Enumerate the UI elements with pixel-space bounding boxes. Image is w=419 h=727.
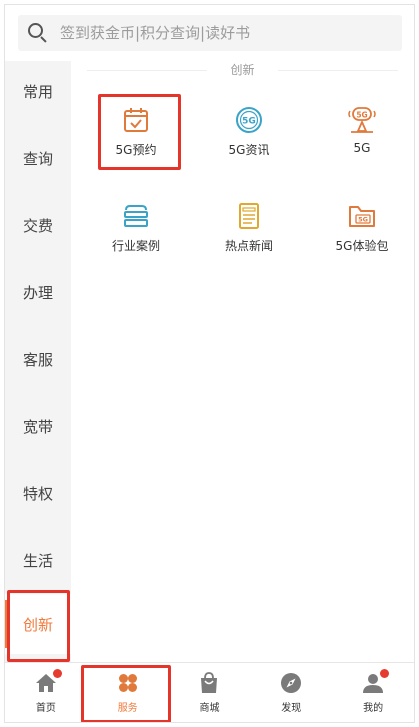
svg-text:5G: 5G bbox=[356, 111, 367, 120]
grid-item-5g[interactable]: 5G 5G bbox=[307, 99, 414, 179]
content-panel: 创新 5G预约 5G 5G资讯 5G 5G 行业案例 热点新闻 5G 5G体验包 bbox=[71, 61, 414, 664]
sidebar-item-payment[interactable]: 交费 bbox=[5, 195, 71, 255]
search-icon bbox=[28, 23, 48, 43]
5g-badge-icon: 5G bbox=[234, 105, 264, 135]
grid-item-label: 5G体验包 bbox=[335, 239, 389, 253]
section-title: 创新 bbox=[71, 61, 414, 81]
tab-label: 我的 bbox=[363, 703, 384, 714]
grid-item-label: 5G预约 bbox=[115, 143, 157, 157]
sidebar-item-label: 创新 bbox=[22, 615, 53, 634]
tab-label: 商城 bbox=[199, 703, 220, 714]
user-icon bbox=[361, 669, 390, 695]
sidebar-item-handle[interactable]: 办理 bbox=[5, 262, 71, 322]
sidebar-item-label: 宽带 bbox=[22, 417, 53, 436]
grid-item-label: 热点新闻 bbox=[224, 239, 273, 253]
sidebar-item-label: 交费 bbox=[22, 216, 53, 235]
tab-home[interactable]: 首页 bbox=[5, 663, 87, 722]
sidebar-item-broadband[interactable]: 宽带 bbox=[5, 396, 71, 456]
grid-item-hot-news[interactable]: 热点新闻 bbox=[194, 195, 304, 275]
sidebar-item-common[interactable]: 常用 bbox=[5, 61, 71, 121]
tab-services[interactable]: 服务 bbox=[87, 663, 169, 722]
sidebar-item-query[interactable]: 查询 bbox=[5, 128, 71, 188]
compass-icon bbox=[279, 671, 303, 695]
sidebar-item-label: 客服 bbox=[22, 350, 53, 369]
tab-label: 服务 bbox=[117, 703, 138, 714]
grid-item-label: 行业案例 bbox=[111, 239, 160, 253]
sidebar-item-innovation[interactable]: 创新 bbox=[5, 594, 71, 654]
sidebar-item-life[interactable]: 生活 bbox=[5, 530, 71, 590]
5g-folder-icon: 5G bbox=[347, 201, 377, 231]
sidebar-item-privilege[interactable]: 特权 bbox=[5, 463, 71, 523]
tab-mine[interactable]: 我的 bbox=[332, 663, 414, 722]
svg-text:5G: 5G bbox=[242, 117, 256, 127]
tab-mall[interactable]: 商城 bbox=[169, 663, 251, 722]
bottom-tab-bar: 首页 服务 商城 发现 我的 bbox=[5, 662, 414, 722]
notification-badge bbox=[380, 669, 390, 678]
grid-item-label: 5G资讯 bbox=[228, 143, 270, 157]
tab-label: 首页 bbox=[35, 703, 56, 714]
home-icon bbox=[34, 669, 62, 695]
calendar-check-icon bbox=[121, 105, 151, 135]
grid-item-5g-trial-pack[interactable]: 5G 5G体验包 bbox=[307, 195, 414, 275]
sidebar-item-label: 常用 bbox=[22, 82, 53, 101]
search-box[interactable] bbox=[18, 15, 402, 51]
category-sidebar: 常用 查询 交费 办理 客服 宽带 特权 生活 创新 bbox=[5, 61, 71, 664]
5g-signal-icon: 5G bbox=[347, 105, 377, 135]
sidebar-item-label: 查询 bbox=[22, 149, 53, 168]
grid-item-industry-cases[interactable]: 行业案例 bbox=[81, 195, 191, 275]
grid-item-5g-news[interactable]: 5G 5G资讯 bbox=[194, 99, 304, 179]
sidebar-item-label: 特权 bbox=[22, 484, 53, 503]
sidebar-item-customer-service[interactable]: 客服 bbox=[5, 329, 71, 389]
svg-text:5G: 5G bbox=[358, 216, 368, 224]
shopping-bag-icon bbox=[197, 671, 221, 695]
tab-discover[interactable]: 发现 bbox=[250, 663, 332, 722]
app-screen: 常用 查询 交费 办理 客服 宽带 特权 生活 创新 创新 5G预约 5G 5G… bbox=[4, 4, 415, 723]
notification-badge bbox=[52, 669, 62, 678]
services-icon bbox=[116, 671, 140, 695]
grid-item-label: 5G bbox=[353, 141, 371, 155]
tab-label: 发现 bbox=[281, 703, 302, 714]
sidebar-item-label: 办理 bbox=[22, 283, 53, 302]
sidebar-item-label: 生活 bbox=[22, 551, 53, 570]
layers-icon bbox=[121, 201, 151, 231]
grid-item-5g-reservation[interactable]: 5G预约 bbox=[81, 99, 191, 179]
search-input[interactable] bbox=[60, 24, 390, 42]
newspaper-icon bbox=[234, 201, 264, 231]
search-bar bbox=[5, 5, 414, 61]
